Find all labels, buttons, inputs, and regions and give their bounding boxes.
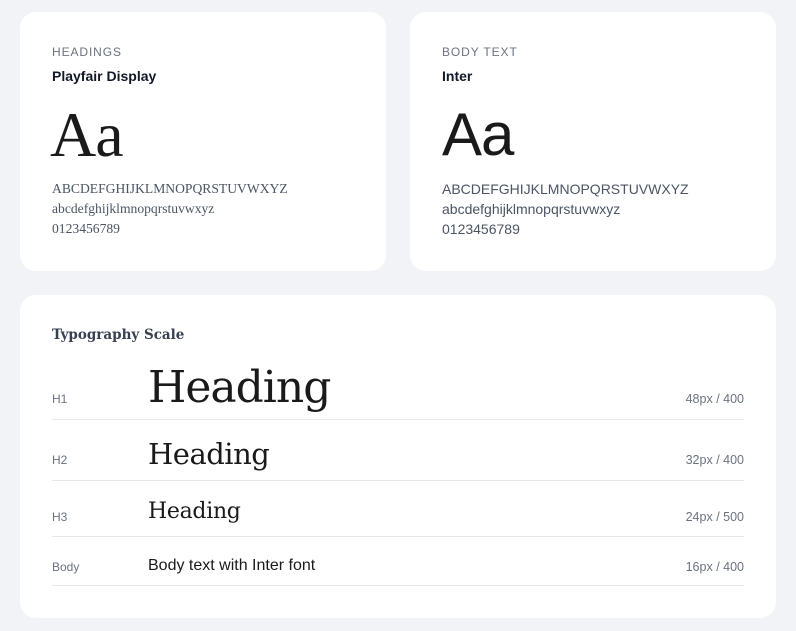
scale-row-sample: Heading <box>148 437 270 471</box>
scale-row-tag: H2 <box>52 453 68 467</box>
scale-row-tag: Body <box>52 560 80 574</box>
typography-page: { "headings_card": { "eyebrow": "HEADING… <box>0 0 796 631</box>
body-eyebrow: BODY TEXT <box>442 45 518 59</box>
body-uppercase-glyphs: ABCDEFGHIJKLMNOPQRSTUVWXYZ <box>442 181 689 197</box>
scale-row-body: Body Body text with Inter font 16px / 40… <box>52 537 744 586</box>
scale-row-spec: 48px / 400 <box>685 392 744 406</box>
body-font-sample: Aa <box>442 101 514 168</box>
scale-row-sample: Heading <box>148 362 331 413</box>
scale-title: Typography Scale <box>52 327 185 343</box>
scale-row-tag: H1 <box>52 392 68 406</box>
body-lowercase-glyphs: abcdefghijklmnopqrstuvwxyz <box>442 201 621 217</box>
body-font-card: BODY TEXT Inter Aa ABCDEFGHIJKLMNOPQRSTU… <box>410 12 776 271</box>
body-digit-glyphs: 0123456789 <box>442 221 520 237</box>
body-font-name: Inter <box>442 68 473 84</box>
scale-row-h2: H2 Heading 32px / 400 <box>52 420 744 481</box>
scale-row-sample: Body text with Inter font <box>148 557 316 574</box>
scale-row-h3: H3 Heading 24px / 500 <box>52 481 744 537</box>
typography-scale-card: Typography Scale H1 Heading 48px / 400 H… <box>20 295 776 618</box>
headings-uppercase-glyphs: ABCDEFGHIJKLMNOPQRSTUVWXYZ <box>52 181 288 196</box>
scale-row-spec: 16px / 400 <box>685 560 744 574</box>
scale-row-spec: 32px / 400 <box>685 453 744 467</box>
headings-font-card: HEADINGS Playfair Display Aa ABCDEFGHIJK… <box>20 12 386 271</box>
headings-font-name: Playfair Display <box>52 68 157 84</box>
headings-digit-glyphs: 0123456789 <box>52 221 120 236</box>
scale-row-h1: H1 Heading 48px / 400 <box>52 358 744 420</box>
headings-lowercase-glyphs: abcdefghijklmnopqrstuvwxyz <box>52 201 215 216</box>
headings-font-sample: Aa <box>50 99 124 170</box>
scale-row-sample: Heading <box>148 499 241 524</box>
scale-row-spec: 24px / 500 <box>685 510 744 524</box>
scale-row-tag: H3 <box>52 510 68 524</box>
headings-eyebrow: HEADINGS <box>52 45 122 59</box>
